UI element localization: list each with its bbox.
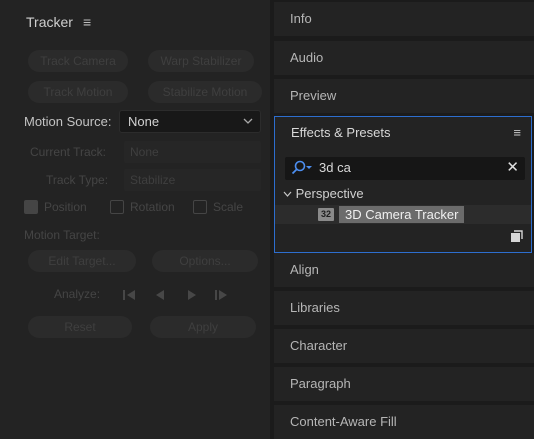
analyze-label: Analyze: [54, 287, 101, 301]
search-icon [291, 160, 315, 179]
track-camera-button[interactable]: Track Camera [28, 50, 128, 72]
effects-presets-header: Effects & Presets ≡ [275, 117, 531, 149]
edit-target-button[interactable]: Edit Target... [28, 250, 136, 272]
tree-group-perspective[interactable]: Perspective [283, 186, 364, 201]
current-track-select[interactable]: None [124, 141, 261, 163]
motion-source-select[interactable]: None [119, 110, 261, 133]
tab-info[interactable]: Info [274, 2, 534, 36]
effect-item-3d-camera-tracker[interactable]: 32 3D Camera Tracker [275, 205, 531, 224]
panel-menu-icon[interactable]: ≡ [83, 14, 91, 30]
chevron-down-icon [283, 191, 292, 197]
effects-search-input[interactable]: 3d ca ✕ [285, 157, 525, 180]
tracker-title[interactable]: Tracker [26, 14, 73, 30]
reset-button[interactable]: Reset [28, 316, 132, 338]
clear-search-icon[interactable]: ✕ [506, 158, 519, 176]
options-button[interactable]: Options... [152, 250, 258, 272]
tab-character[interactable]: Character [274, 329, 534, 363]
tree-group-label: Perspective [295, 186, 364, 201]
search-value: 3d ca [319, 160, 351, 175]
tab-libraries[interactable]: Libraries [274, 291, 534, 325]
current-track-label: Current Track: [30, 145, 107, 159]
analyze-backward-icon[interactable] [122, 289, 136, 304]
tab-content-aware-fill[interactable]: Content-Aware Fill [274, 405, 534, 439]
new-bin-icon[interactable] [510, 230, 523, 246]
tracker-header: Tracker ≡ [0, 0, 270, 44]
position-label: Position [44, 200, 87, 214]
tab-paragraph[interactable]: Paragraph [274, 367, 534, 401]
workspace: Tracker ≡ Track Camera Warp Stabilizer T… [0, 0, 534, 439]
analyze-forward-frame-icon[interactable] [186, 289, 198, 304]
rotation-label: Rotation [130, 200, 175, 214]
position-checkbox[interactable] [24, 200, 38, 214]
motion-source-label: Motion Source: [24, 114, 112, 129]
panel-stack: Info Audio Preview Effects & Presets ≡ 3… [274, 0, 534, 439]
scale-label: Scale [213, 200, 244, 214]
tab-preview[interactable]: Preview [274, 79, 534, 113]
tracker-panel: Tracker ≡ Track Camera Warp Stabilizer T… [0, 0, 270, 439]
effects-presets-title[interactable]: Effects & Presets [291, 125, 390, 140]
bit-depth-badge: 32 [318, 208, 334, 221]
tab-align[interactable]: Align [274, 253, 534, 287]
motion-source-value: None [128, 114, 160, 129]
analyze-back-frame-icon[interactable] [154, 289, 166, 304]
stabilize-motion-button[interactable]: Stabilize Motion [148, 81, 262, 103]
warp-stabilizer-button[interactable]: Warp Stabilizer [148, 50, 254, 72]
track-type-select[interactable]: Stabilize [124, 169, 261, 191]
effect-item-label: 3D Camera Tracker [339, 206, 465, 223]
track-type-label: Track Type: [46, 173, 109, 187]
motion-target-label: Motion Target: [24, 228, 100, 242]
analyze-forward-icon[interactable] [214, 289, 228, 304]
panel-menu-icon[interactable]: ≡ [513, 117, 521, 149]
effects-presets-panel: Effects & Presets ≡ 3d ca ✕ Perspective … [274, 116, 532, 253]
chevron-down-icon [243, 111, 253, 140]
track-motion-button[interactable]: Track Motion [28, 81, 128, 103]
apply-button[interactable]: Apply [150, 316, 256, 338]
tab-audio[interactable]: Audio [274, 41, 534, 75]
rotation-checkbox[interactable] [110, 200, 124, 214]
scale-checkbox[interactable] [193, 200, 207, 214]
